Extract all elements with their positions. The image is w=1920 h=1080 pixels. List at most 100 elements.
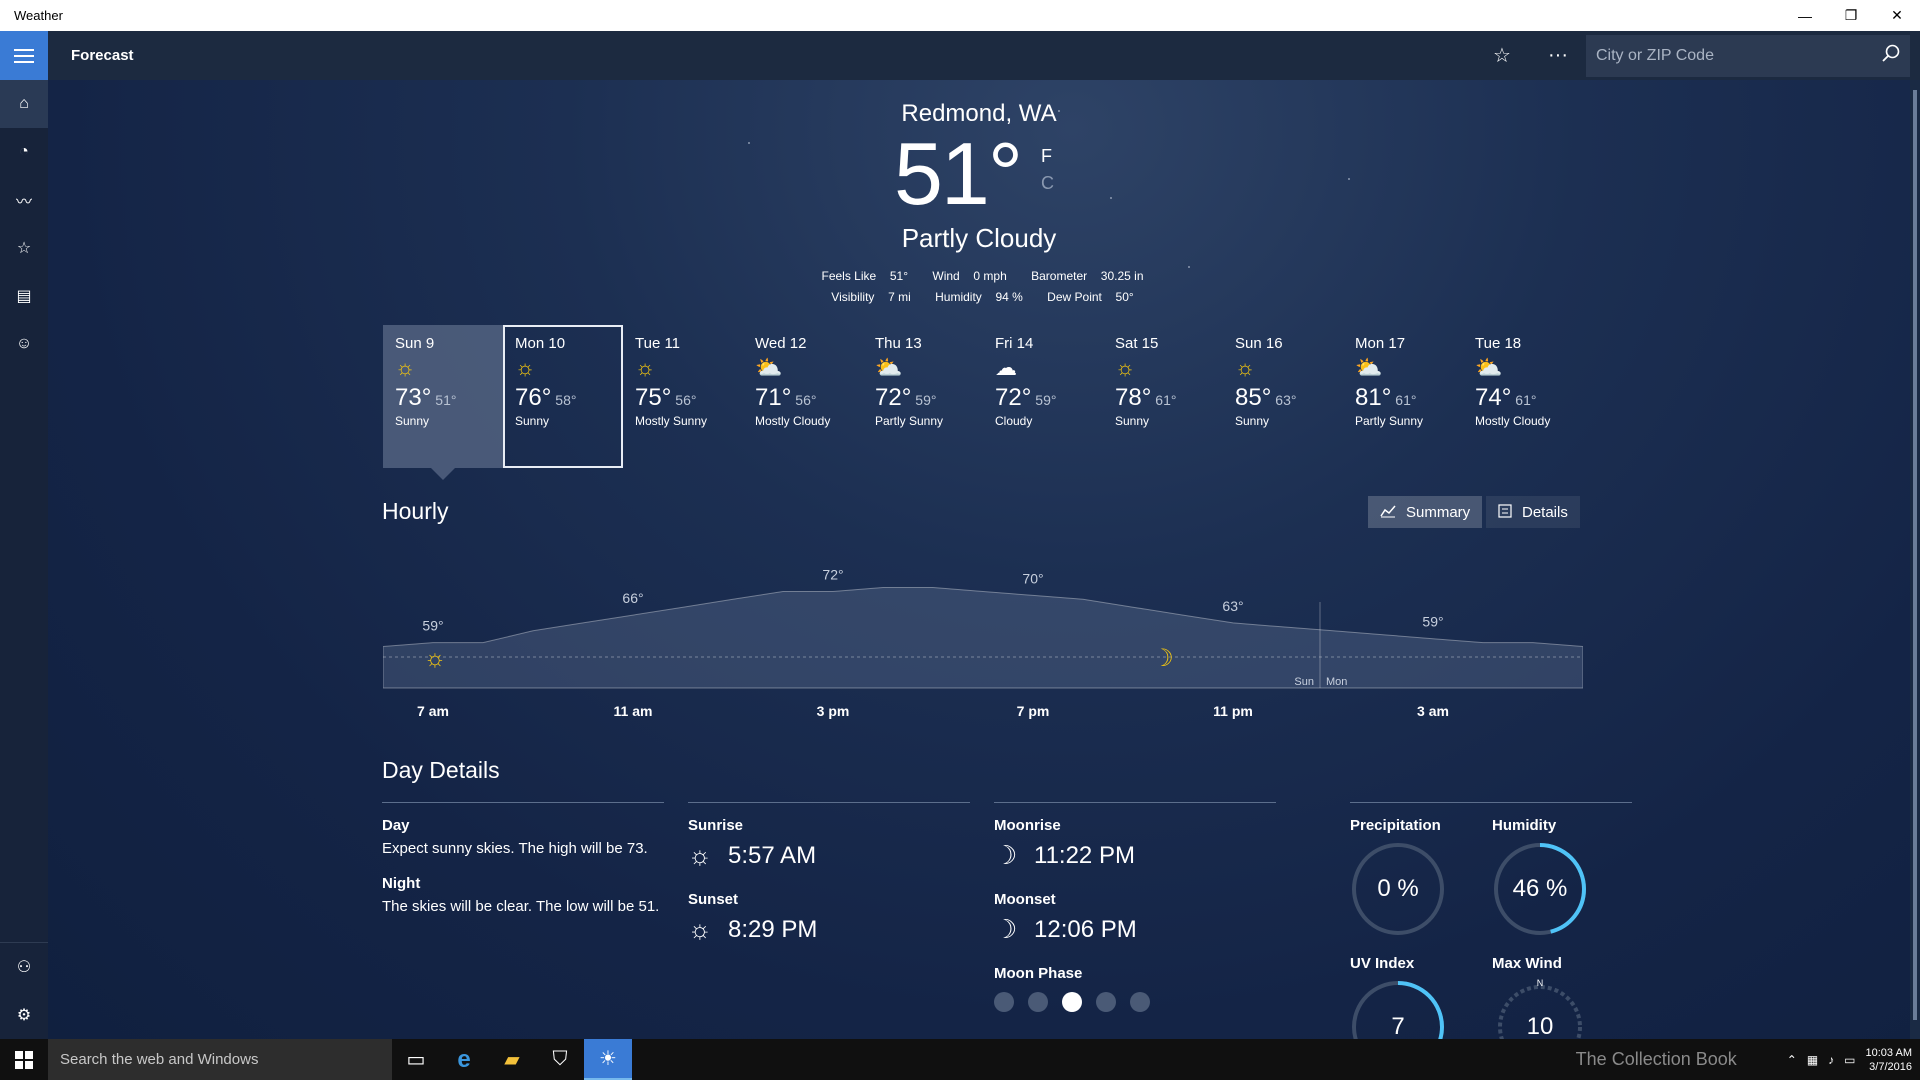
page-title: Forecast — [71, 47, 134, 64]
moon-phase-icon — [1096, 992, 1116, 1012]
day-card[interactable]: Tue 11 ☼ 75° 56° Mostly Sunny — [623, 325, 743, 468]
partly-cloudy-icon: ⛅ — [875, 355, 903, 380]
vertical-scrollbar[interactable] — [1910, 80, 1920, 1039]
notifications-icon[interactable]: ▭ — [1844, 1053, 1855, 1067]
day-details-title: Day Details — [382, 757, 500, 783]
night-text: The skies will be clear. The low will be… — [382, 898, 660, 915]
sunny-icon: ☼ — [395, 355, 416, 380]
moonrise-label: Moonrise — [994, 817, 1061, 834]
hamburger-icon — [14, 54, 34, 57]
clock[interactable]: 10:03 AM 3/7/2016 — [1866, 1046, 1912, 1074]
restore-button[interactable]: ❐ — [1828, 0, 1874, 31]
sunset-label: Sunset — [688, 891, 739, 908]
windows-taskbar: Search the web and Windows ▭ e ▰ ⛉ ☀ The… — [0, 1039, 1920, 1080]
system-tray: The Collection Book ⌃ ▦ ♪ ▭ 10:03 AM 3/7… — [1576, 1046, 1920, 1074]
moon-phase-icon — [1028, 992, 1048, 1012]
sunrise-time: 5:57 AM — [728, 841, 817, 869]
unit-fahrenheit-toggle[interactable]: F — [1041, 146, 1054, 167]
x-tick-label-0: 7 am — [417, 703, 449, 719]
temp-label-3: 70° — [1022, 570, 1043, 586]
more-options-icon[interactable]: ··· — [1530, 31, 1586, 80]
moon-phase-row — [994, 992, 1276, 1012]
moon-phase-icon — [994, 992, 1014, 1012]
minimize-button[interactable]: — — [1782, 0, 1828, 31]
search-box[interactable] — [1586, 34, 1910, 77]
network-icon[interactable]: ▦ — [1807, 1053, 1818, 1067]
current-stats: Feels Like 51° Wind 0 mph Barometer 30.2… — [48, 266, 1910, 308]
day-label: Day — [382, 817, 410, 834]
volume-icon[interactable]: ♪ — [1828, 1053, 1834, 1067]
scrollbar-thumb[interactable] — [1913, 90, 1917, 1020]
account-icon[interactable]: ⚇ — [0, 943, 48, 991]
day-card[interactable]: Fri 14 ☁ 72° 59° Cloudy — [983, 325, 1103, 468]
forecast-main-area: Redmond, WA 51° F C Partly Cloudy Feels … — [48, 80, 1910, 1039]
day-text: Expect sunny skies. The high will be 73. — [382, 840, 648, 857]
day-card[interactable]: Sat 15 ☼ 78° 61° Sunny — [1103, 325, 1223, 468]
windows-logo-icon — [15, 1050, 33, 1069]
x-tick-label-3: 7 pm — [1017, 703, 1050, 719]
hourly-temperature-chart: Sun Mon ☼ ☽ 59° 66° 72° 70° 63° 59° 7 am 11 am 3… — [383, 566, 1583, 719]
window-title: Weather — [14, 8, 63, 23]
hamburger-menu-button[interactable] — [0, 31, 48, 80]
x-tick-label-2: 3 pm — [817, 703, 850, 719]
stat-visibility: Visibility 7 mi — [831, 290, 911, 304]
title-bar: Weather — ❐ ✕ — [0, 0, 1920, 31]
temp-label-4: 63° — [1222, 598, 1243, 614]
stat-humidity: Humidity 94 % — [935, 290, 1023, 304]
day-card[interactable]: Sun 16 ☼ 85° 63° Sunny — [1223, 325, 1343, 468]
nav-maps-icon[interactable]: ◔ — [0, 128, 48, 176]
close-button[interactable]: ✕ — [1874, 0, 1920, 31]
sun-times: Sunrise ☼ 5:57 AM Sunset ☼ 8:29 PM — [688, 802, 970, 965]
favorite-star-icon[interactable]: ☆ — [1474, 31, 1530, 80]
night-label: Night — [382, 875, 421, 892]
task-view-icon[interactable]: ▭ — [392, 1039, 440, 1080]
start-button[interactable] — [0, 1039, 48, 1080]
day-card[interactable]: Sun 9 ☼ 73° 51° Sunny — [383, 325, 503, 480]
taskbar-search[interactable]: Search the web and Windows — [48, 1039, 392, 1080]
x-tick-label-1: 11 am — [614, 703, 653, 719]
x-tick-label-5: 3 am — [1417, 703, 1449, 719]
partly-cloudy-icon: ⛅ — [755, 355, 783, 380]
moon-phase-icon — [1130, 992, 1150, 1012]
sun-icon: ☼ — [424, 645, 446, 672]
temp-label-5: 59° — [1422, 614, 1443, 630]
nav-places-icon[interactable]: ☆ — [0, 224, 48, 272]
sunny-icon: ☼ — [515, 355, 536, 380]
day-night-summary: Day Expect sunny skies. The high will be… — [382, 802, 664, 933]
nav-historical-icon[interactable]: 〰 — [0, 176, 48, 224]
tray-chevron-icon[interactable]: ⌃ — [1787, 1053, 1797, 1067]
nav-feedback-icon[interactable]: ☺ — [0, 320, 48, 368]
moonset-icon: ☽ — [994, 914, 1018, 944]
day-card[interactable]: Thu 13 ⛅ 72° 59° Partly Sunny — [863, 325, 983, 468]
edge-browser-icon[interactable]: e — [440, 1039, 488, 1080]
x-tick-label-4: 11 pm — [1213, 703, 1253, 719]
day-card[interactable]: Mon 10 ☼ 76° 58° Sunny — [503, 325, 623, 468]
moonset-label: Moonset — [994, 891, 1056, 908]
partly-cloudy-icon: ⛅ — [1475, 355, 1503, 380]
sunny-icon: ☼ — [1235, 355, 1256, 380]
moonrise-time: 11:22 PM — [1034, 841, 1135, 869]
list-details-icon — [1498, 503, 1512, 521]
summary-view-button[interactable]: Summary — [1368, 496, 1483, 528]
day-card[interactable]: Mon 17 ⛅ 81° 61° Partly Sunny — [1343, 325, 1463, 468]
moonset-time: 12:06 PM — [1034, 915, 1137, 943]
temp-label-1: 66° — [622, 590, 643, 606]
daily-forecast-strip: Sun 9 ☼ 73° 51° Sunny Mon 10 ☼ 76° 58° Sun… — [383, 325, 1583, 480]
store-icon[interactable]: ⛉ — [536, 1039, 584, 1080]
stat-feels-like: Feels Like 51° — [821, 269, 909, 283]
nav-news-icon[interactable]: ▤ — [0, 272, 48, 320]
sunrise-label: Sunrise — [688, 817, 744, 834]
file-explorer-icon[interactable]: ▰ — [488, 1039, 536, 1080]
search-icon[interactable] — [1882, 44, 1900, 67]
sunset-icon: ☼ — [688, 914, 712, 944]
nav-home-icon[interactable]: ⌂ — [0, 80, 48, 128]
search-input[interactable] — [1596, 46, 1882, 65]
day-card[interactable]: Wed 12 ⛅ 71° 56° Mostly Cloudy — [743, 325, 863, 468]
details-view-button[interactable]: Details — [1486, 496, 1580, 528]
weather-app-icon[interactable]: ☀ — [584, 1039, 632, 1080]
settings-gear-icon[interactable]: ⚙ — [0, 991, 48, 1039]
day-divider-label-mon: Mon — [1326, 676, 1347, 688]
day-card[interactable]: Tue 18 ⛅ 74° 61° Mostly Cloudy — [1463, 325, 1583, 468]
hourly-section-title: Hourly — [382, 498, 449, 524]
unit-celsius-toggle[interactable]: C — [1041, 173, 1054, 194]
